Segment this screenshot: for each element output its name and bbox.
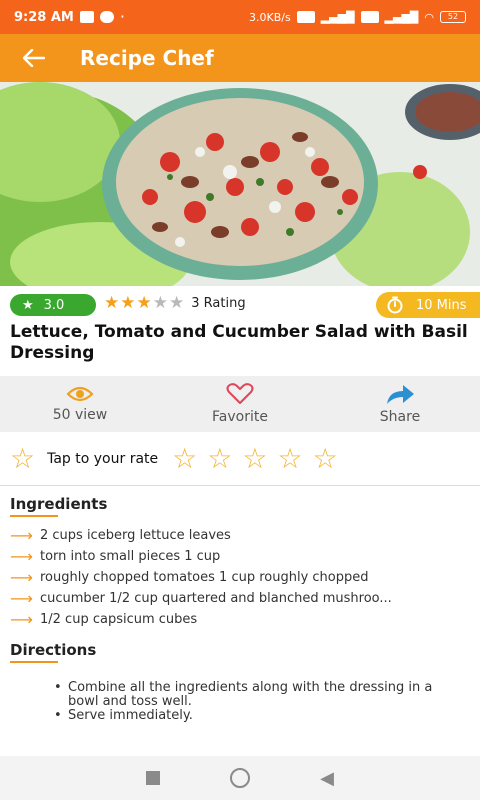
arrow-right-icon: ⟶ [10,589,33,608]
signal-icon: ▂▄▆█ [320,10,355,24]
rate-star-2-icon[interactable]: ☆ [207,442,232,475]
signal2-icon: ▂▄▆█ [384,10,419,24]
rate-star-3-icon[interactable]: ☆ [242,442,267,475]
share-label: Share [379,409,421,425]
arrow-right-icon: ⟶ [10,526,33,545]
app-title: Recipe Chef [80,46,214,70]
time-badge: 10 Mins [376,292,480,318]
score-badge: ★ 3.0 [10,294,96,316]
arrow-right-icon: ⟶ [10,547,33,566]
rate-label: Tap to your rate [47,450,159,467]
home-icon[interactable] [230,768,251,788]
score-value: 3.0 [43,297,65,313]
timer-icon [387,296,403,314]
recipe-meta-row: ★ 3.0 ★ ★ ★ ★ ★ 3 Rating 10 Mins [0,286,480,322]
direction-item: Combine all the ingredients along with t… [54,681,448,709]
ingredient-item: ⟶ torn into small pieces 1 cup [10,546,475,567]
volte-icon [296,11,315,23]
direction-item: Serve immediately. [54,709,448,724]
ingredient-item: ⟶ cucumber 1/2 cup quartered and blanched… [10,588,475,609]
action-bar: 50 view Favorite Share [0,376,480,432]
star-filled-icon: ★ [136,293,152,313]
app-notification-icon [99,11,114,23]
ingredient-item: ⟶ roughly chopped tomatoes 1 cup roughly … [10,567,475,588]
recipe-title: Lettuce, Tomato and Cucumber Salad with … [10,322,468,363]
arrow-right-icon: ⟶ [10,610,33,629]
system-nav-bar: ◀ [0,756,480,800]
rate-star-icon: ☆ [10,442,36,475]
eye-icon [66,386,94,402]
ingredient-item: ⟶ 1/2 cup capsicum cubes [10,609,475,630]
ingredients-list: ⟶ 2 cups iceberg lettuce leaves ⟶ torn int… [10,525,475,630]
star-empty-icon: ★ [152,293,168,313]
ingredient-text: torn into small pieces 1 cup [40,549,221,564]
star-filled-icon: ★ [120,293,136,313]
cook-time: 10 Mins [416,297,467,313]
recipe-image [0,82,480,286]
views-label: 50 view [52,407,108,423]
favorite-button[interactable]: Favorite [160,376,320,432]
rate-star-4-icon[interactable]: ☆ [277,442,302,475]
star-empty-icon: ★ [169,293,185,313]
ingredient-text: roughly chopped tomatoes 1 cup roughly c… [40,570,369,585]
directions-list: Combine all the ingredients along with t… [54,681,448,724]
rate-star-1-icon[interactable]: ☆ [172,442,197,475]
wifi-icon: ◠ [424,10,434,24]
network-speed: 3.0KB/s [249,10,291,24]
ingredient-text: 2 cups iceberg lettuce leaves [40,528,231,543]
ingredient-item: ⟶ 2 cups iceberg lettuce leaves [10,525,475,546]
arrow-right-icon: ⟶ [10,568,33,587]
rating-count: 3 Rating [191,295,246,311]
rate-row: ☆ Tap to your rate ☆ ☆ ☆ ☆ ☆ [0,432,480,486]
recents-icon[interactable] [146,771,161,785]
app-bar: Recipe Chef [0,34,480,82]
rating-stars: ★ ★ ★ ★ ★ 3 Rating [104,293,246,313]
battery-icon: 52 [440,11,466,23]
directions-heading: Directions [10,641,97,659]
star-filled-icon: ★ [104,293,120,313]
share-icon [387,385,414,404]
status-bar: 9:28 AM · 3.0KB/s ▂▄▆█ ▂▄▆█ ◠ 52 [0,0,480,34]
ingredients-heading: Ingredients [10,495,108,513]
favorite-label: Favorite [212,409,268,425]
directions-underline [10,661,58,663]
status-time: 9:28 AM [14,9,74,25]
ingredients-underline [10,515,58,517]
heart-icon [226,383,254,404]
star-icon: ★ [22,297,34,313]
ingredient-text: 1/2 cup capsicum cubes [40,612,198,627]
back-arrow-icon[interactable] [10,34,58,82]
views-button[interactable]: 50 view [0,376,160,432]
back-icon[interactable]: ◀ [320,768,334,789]
ingredient-text: cucumber 1/2 cup quartered and blanched … [40,591,392,606]
share-button[interactable]: Share [320,376,480,432]
volte2-icon [360,11,379,23]
rate-star-5-icon[interactable]: ☆ [313,442,338,475]
more-notifications-icon: · [119,7,125,26]
gmail-icon [79,11,94,23]
